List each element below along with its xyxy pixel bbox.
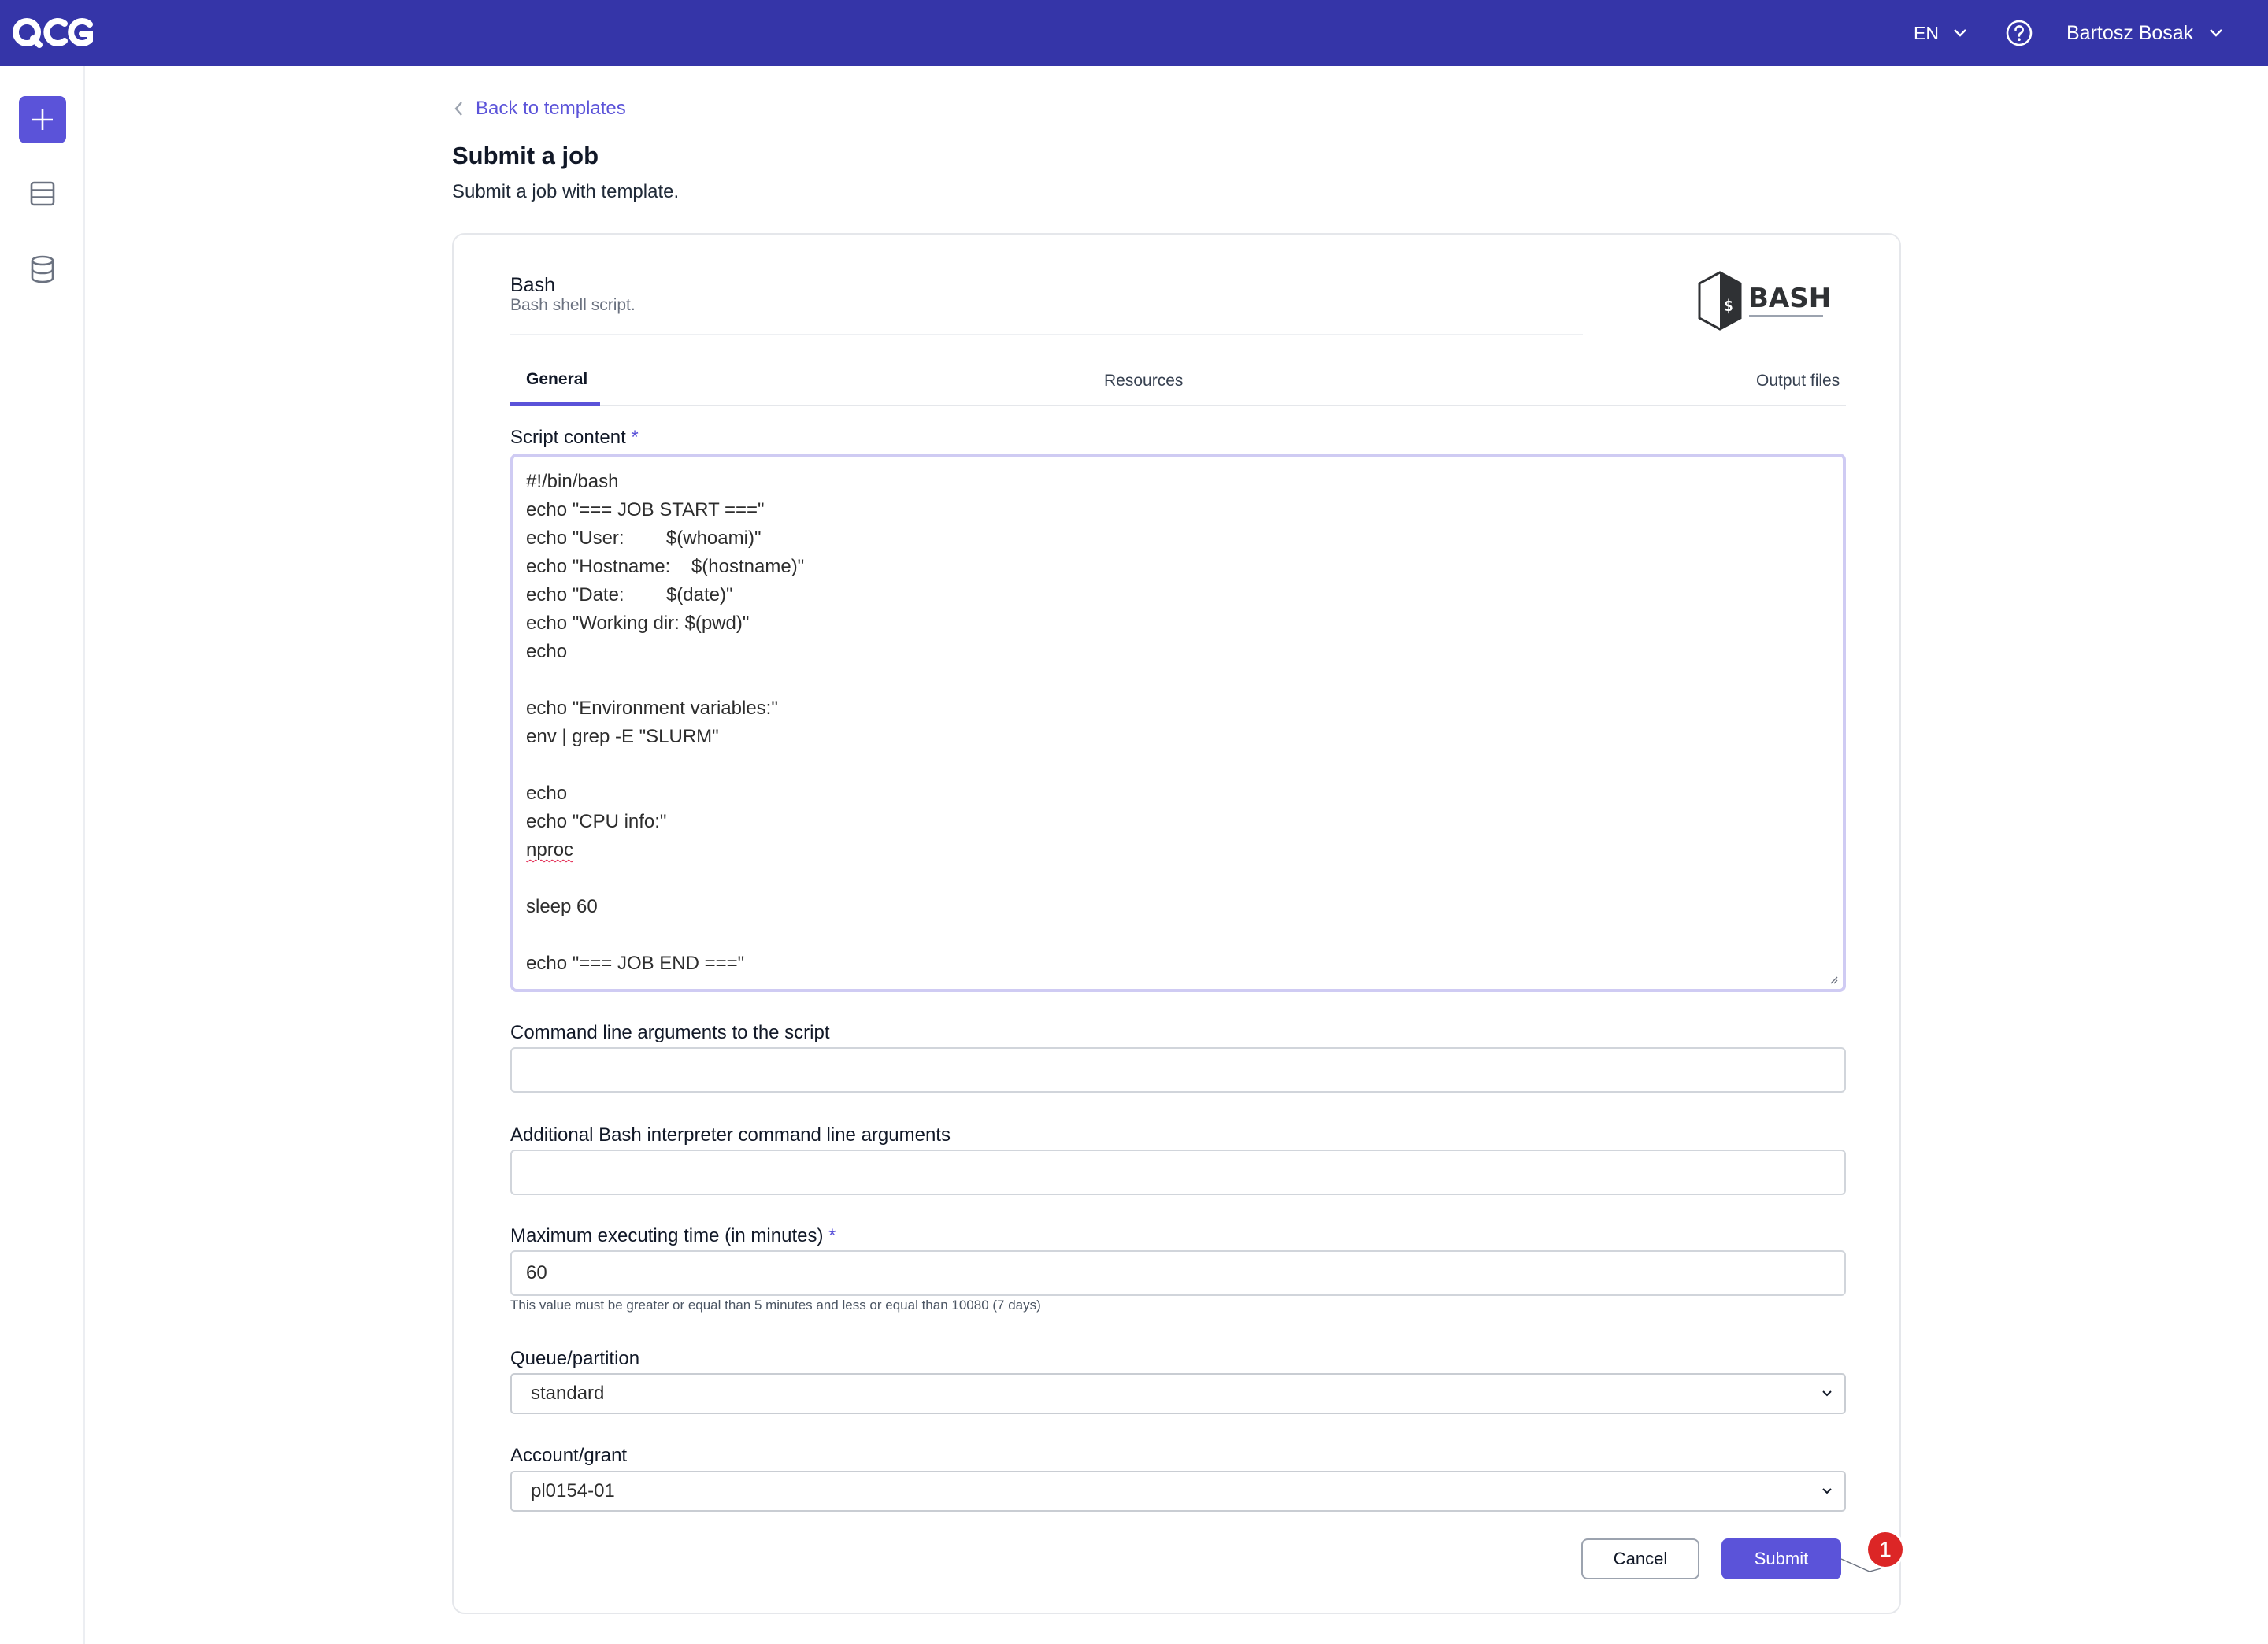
code-line: env | grep -E "SLURM"	[526, 726, 719, 747]
template-name: Bash	[510, 274, 555, 296]
max-time-input[interactable]: 60	[510, 1250, 1846, 1296]
divider	[510, 334, 1583, 335]
code-line: echo	[526, 783, 568, 804]
active-tab-indicator	[510, 402, 600, 406]
code-line: echo "=== JOB START ==="	[526, 499, 765, 520]
qcg-logo[interactable]	[13, 14, 94, 50]
tab-general[interactable]: General	[526, 361, 587, 406]
svg-text:$: $	[1724, 296, 1733, 315]
chevron-down-icon	[1822, 1390, 1832, 1397]
tab-output-files[interactable]: Output files	[1756, 362, 1840, 408]
user-menu[interactable]: Bartosz Bosak	[2066, 19, 2223, 47]
help-icon[interactable]	[2005, 19, 2033, 47]
left-sidebar	[0, 66, 85, 1644]
top-bar: EN Bartosz Bosak	[0, 0, 2268, 66]
code-line: echo "=== JOB END ==="	[526, 953, 745, 974]
queue-label: Queue/partition	[510, 1348, 640, 1369]
table-icon[interactable]	[27, 178, 58, 209]
cmd-args-input[interactable]	[510, 1047, 1846, 1093]
code-line: echo	[526, 641, 568, 662]
bash-args-label: Additional Bash interpreter command line…	[510, 1124, 951, 1146]
bash-logo: $ BASH	[1698, 271, 1830, 331]
database-icon[interactable]	[27, 254, 58, 285]
cancel-button[interactable]: Cancel	[1581, 1538, 1699, 1579]
code-line: nproc	[526, 839, 574, 861]
new-job-button[interactable]	[19, 96, 66, 143]
template-description: Bash shell script.	[510, 296, 636, 314]
queue-selected-value: standard	[531, 1383, 605, 1404]
account-select[interactable]: pl0154-01	[510, 1471, 1846, 1512]
chevron-left-icon	[454, 102, 462, 116]
chevron-down-icon	[2210, 29, 2223, 37]
max-time-hint: This value must be greater or equal than…	[510, 1298, 1041, 1313]
language-selector[interactable]: EN	[1914, 20, 1967, 46]
user-name: Bartosz Bosak	[2066, 21, 2194, 44]
script-content-label: Script content *	[510, 427, 639, 449]
code-line: echo "Hostname: $(hostname)"	[526, 556, 805, 577]
bash-args-input[interactable]	[510, 1150, 1846, 1195]
job-form-card: Bash Bash shell script. $ BASH General R…	[452, 233, 1903, 1614]
account-label: Account/grant	[510, 1445, 628, 1466]
submit-button[interactable]: Submit	[1721, 1538, 1841, 1579]
code-line: sleep 60	[526, 896, 598, 917]
max-time-label: Maximum executing time (in minutes) *	[510, 1225, 836, 1247]
chevron-down-icon	[1822, 1488, 1832, 1494]
account-selected-value: pl0154-01	[531, 1480, 615, 1501]
code-line: echo "User: $(whoami)"	[526, 528, 762, 549]
code-line: echo "Environment variables:"	[526, 698, 778, 719]
queue-select[interactable]: standard	[510, 1373, 1846, 1414]
step-badge: 1	[1868, 1532, 1903, 1567]
cmd-args-label: Command line arguments to the script	[510, 1022, 830, 1043]
language-label: EN	[1914, 22, 1939, 43]
code-line: echo "Date: $(date)"	[526, 584, 733, 605]
required-mark: *	[631, 427, 639, 448]
tab-resources[interactable]: Resources	[1104, 362, 1183, 408]
back-to-templates-link[interactable]: Back to templates	[454, 96, 626, 121]
code-line: echo "CPU info:"	[526, 811, 667, 832]
tab-bar: General Resources Output files	[510, 361, 1846, 406]
plus-icon	[32, 109, 53, 130]
bash-logo-text: BASH	[1748, 283, 1830, 314]
resize-handle-icon[interactable]	[1829, 975, 1838, 984]
code-line: #!/bin/bash	[526, 471, 619, 492]
chevron-down-icon	[1954, 29, 1966, 37]
page-title: Submit a job	[452, 142, 598, 169]
script-content-label-text: Script content	[510, 427, 626, 448]
back-link-label: Back to templates	[476, 98, 626, 119]
required-mark: *	[828, 1225, 836, 1246]
code-line: echo "Working dir: $(pwd)"	[526, 613, 750, 634]
page-subtitle: Submit a job with template.	[452, 181, 680, 202]
script-content-textarea[interactable]: #!/bin/bash echo "=== JOB START ===" ech…	[510, 454, 1846, 992]
max-time-label-text: Maximum executing time (in minutes)	[510, 1225, 824, 1246]
